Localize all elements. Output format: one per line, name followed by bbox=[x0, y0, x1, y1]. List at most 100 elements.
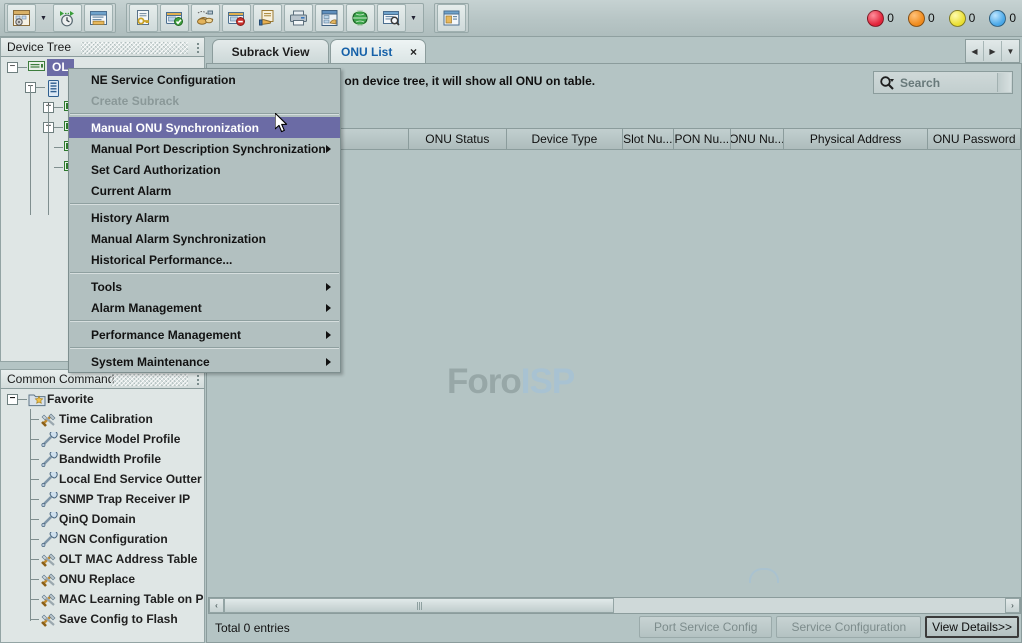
major-alarm-lamp[interactable] bbox=[908, 10, 925, 27]
list-item-label: QinQ Domain bbox=[59, 512, 136, 526]
delete-device-button[interactable] bbox=[222, 4, 251, 32]
network-configuration-button[interactable] bbox=[191, 4, 220, 32]
toolbar-group-schedule: ▼ bbox=[4, 3, 116, 33]
menu-item-performance-management[interactable]: Performance Management bbox=[69, 324, 340, 345]
menu-item-manual-onu-synchronization[interactable]: Manual ONU Synchronization bbox=[69, 117, 340, 138]
port-service-config-button[interactable]: Port Service Config bbox=[639, 616, 772, 638]
column-header-onu-password[interactable]: ONU Password bbox=[928, 128, 1021, 150]
menu-item-label: Tools bbox=[91, 280, 122, 294]
warning-alarm-lamp[interactable] bbox=[989, 10, 1006, 27]
tools-icon bbox=[40, 412, 57, 427]
column-header-slot-number[interactable]: Slot Nu... bbox=[623, 128, 674, 150]
favorite-root-node[interactable]: − Favorite bbox=[1, 389, 204, 409]
service-configuration-button[interactable]: Service Configuration bbox=[776, 616, 921, 638]
menu-item-history-alarm[interactable]: History Alarm bbox=[69, 207, 340, 228]
device-manager-button[interactable] bbox=[315, 4, 344, 32]
device-tree-drag-grip[interactable] bbox=[81, 42, 188, 54]
column-header-physical-address[interactable]: Physical Address bbox=[784, 128, 929, 150]
column-header-onu-status[interactable]: ONU Status bbox=[409, 128, 507, 150]
license-button[interactable] bbox=[253, 4, 282, 32]
common-command-menu-dots-icon[interactable] bbox=[196, 374, 200, 386]
report-button[interactable] bbox=[84, 4, 113, 32]
menu-item-set-card-authorization[interactable]: Set Card Authorization bbox=[69, 159, 340, 180]
menu-item-label: Manual Port Description Synchronization bbox=[91, 142, 326, 156]
menu-item-manual-port-description-synchronization[interactable]: Manual Port Description Synchronization bbox=[69, 138, 340, 159]
menu-item-alarm-management[interactable]: Alarm Management bbox=[69, 297, 340, 318]
topology-management-button[interactable] bbox=[7, 4, 36, 32]
scroll-left-button[interactable]: ‹ bbox=[209, 598, 224, 613]
tree-expander-collapse-icon[interactable]: − bbox=[7, 394, 18, 405]
menu-item-label: Current Alarm bbox=[91, 184, 171, 198]
scheduled-task-button[interactable] bbox=[53, 4, 82, 32]
search-scroll-thumb[interactable] bbox=[997, 73, 1011, 92]
list-item-label: NGN Configuration bbox=[59, 532, 168, 546]
window-search-icon bbox=[382, 9, 401, 27]
list-item[interactable]: OLT MAC Address Table bbox=[1, 549, 204, 569]
menu-item-historical-performance[interactable]: Historical Performance... bbox=[69, 249, 340, 270]
menu-item-ne-service-configuration[interactable]: NE Service Configuration bbox=[69, 69, 340, 90]
footer-button-group: Port Service Config Service Configuratio… bbox=[639, 616, 1019, 638]
menu-item-manual-alarm-synchronization[interactable]: Manual Alarm Synchronization bbox=[69, 228, 340, 249]
menu-item-label: Create Subrack bbox=[91, 94, 179, 108]
list-item[interactable]: Local End Service Outter bbox=[1, 469, 204, 489]
list-item[interactable]: QinQ Domain bbox=[1, 509, 204, 529]
column-header-blank-2[interactable] bbox=[331, 128, 408, 150]
minor-alarm-lamp[interactable] bbox=[949, 10, 966, 27]
list-item[interactable]: MAC Learning Table on P bbox=[1, 589, 204, 609]
tab-subrack-view[interactable]: Subrack View bbox=[212, 39, 329, 63]
list-item-label: OLT MAC Address Table bbox=[59, 552, 197, 566]
topology-dropdown-arrow-icon[interactable]: ▼ bbox=[37, 5, 50, 31]
global-view-button[interactable] bbox=[346, 4, 375, 32]
list-item[interactable]: Bandwidth Profile bbox=[1, 449, 204, 469]
document-hand-icon bbox=[258, 9, 277, 27]
column-header-device-type[interactable]: Device Type bbox=[507, 128, 623, 150]
add-device-button[interactable] bbox=[160, 4, 189, 32]
scroll-right-button[interactable]: › bbox=[1005, 598, 1020, 613]
window-panel-icon bbox=[442, 9, 461, 27]
tab-list-button[interactable]: ▼ bbox=[1002, 41, 1019, 61]
column-header-onu-number[interactable]: ONU Nu... bbox=[731, 128, 784, 150]
device-tree-menu-dots-icon[interactable] bbox=[196, 42, 200, 54]
calendar-settings-icon bbox=[12, 9, 31, 27]
close-icon[interactable]: × bbox=[410, 45, 417, 59]
search-input[interactable]: Search bbox=[873, 71, 1013, 94]
window-layout-button[interactable] bbox=[437, 4, 466, 32]
tab-next-button[interactable]: ▶ bbox=[984, 41, 1002, 61]
query-dropdown-arrow-icon[interactable]: ▼ bbox=[407, 5, 420, 31]
horizontal-scrollbar[interactable]: ‹ › bbox=[208, 597, 1021, 614]
device-context-menu: NE Service Configuration Create Subrack … bbox=[68, 68, 341, 373]
tab-prev-button[interactable]: ◀ bbox=[966, 41, 984, 61]
submenu-arrow-icon bbox=[326, 358, 331, 366]
common-command-body[interactable]: − Favorite bbox=[0, 389, 205, 643]
list-item[interactable]: NGN Configuration bbox=[1, 529, 204, 549]
tab-onu-list[interactable]: ONU List × bbox=[330, 39, 426, 63]
list-item[interactable]: Save Config to Flash bbox=[1, 609, 204, 629]
watermark-secondary: ISP bbox=[521, 362, 574, 401]
scroll-track[interactable] bbox=[224, 598, 1005, 613]
list-item[interactable]: Service Model Profile bbox=[1, 429, 204, 449]
network-config-icon bbox=[196, 9, 215, 27]
security-management-button[interactable] bbox=[129, 4, 158, 32]
common-command-title: Common Command bbox=[1, 372, 114, 386]
list-item[interactable]: ONU Replace bbox=[1, 569, 204, 589]
submenu-arrow-icon bbox=[326, 145, 331, 153]
scroll-thumb-grip bbox=[417, 602, 422, 610]
list-item-label: Time Calibration bbox=[59, 412, 153, 426]
list-item-label: ONU Replace bbox=[59, 572, 135, 586]
menu-item-current-alarm[interactable]: Current Alarm bbox=[69, 180, 340, 201]
tree-expander-collapse-icon[interactable]: − bbox=[7, 62, 18, 73]
menu-separator-1 bbox=[70, 113, 339, 115]
view-details-button[interactable]: View Details>> bbox=[925, 616, 1019, 638]
list-item[interactable]: Time Calibration bbox=[1, 409, 204, 429]
scroll-thumb[interactable] bbox=[224, 598, 614, 613]
device-tree-title: Device Tree bbox=[1, 40, 71, 54]
menu-item-system-maintenance[interactable]: System Maintenance bbox=[69, 351, 340, 372]
common-command-drag-grip[interactable] bbox=[111, 374, 188, 386]
menu-item-tools[interactable]: Tools bbox=[69, 276, 340, 297]
critical-alarm-lamp[interactable] bbox=[867, 10, 884, 27]
print-button[interactable] bbox=[284, 4, 313, 32]
query-button[interactable] bbox=[377, 4, 406, 32]
list-item[interactable]: SNMP Trap Receiver IP bbox=[1, 489, 204, 509]
column-header-pon-number[interactable]: PON Nu... bbox=[674, 128, 731, 150]
common-command-list: Time Calibration Service Model Profile bbox=[1, 409, 204, 629]
